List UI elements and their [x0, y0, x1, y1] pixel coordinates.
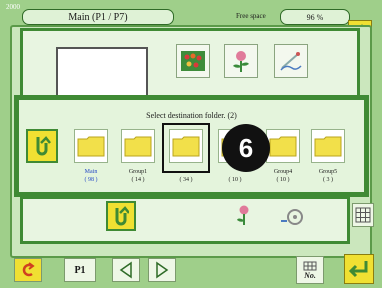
folder-label-group4: Group4	[273, 169, 293, 175]
rose-icon	[237, 205, 249, 225]
undo-button[interactable]	[14, 258, 42, 282]
grid-button[interactable]	[352, 203, 374, 227]
ok-button[interactable]	[344, 254, 374, 284]
pattern-button[interactable]	[176, 44, 210, 78]
number-button[interactable]: No.	[296, 256, 324, 284]
folder-icon	[269, 136, 297, 157]
p1-button[interactable]: P1	[64, 258, 96, 282]
sewing-button-lower[interactable]	[277, 201, 307, 229]
folder-label-main: Main	[84, 169, 98, 175]
folder-label-group1: Group1	[128, 169, 148, 175]
dialog-return-button[interactable]	[26, 129, 58, 163]
rose-button[interactable]	[224, 44, 258, 78]
prev-page-button[interactable]	[112, 258, 140, 282]
folder-icon	[77, 136, 105, 157]
folder-icon	[124, 136, 152, 157]
folder-button-group4[interactable]	[266, 129, 300, 163]
sewing-button[interactable]	[274, 44, 308, 78]
ok-arrow-icon	[348, 261, 368, 278]
next-arrow-icon	[156, 261, 169, 279]
free-space-value: 96 %	[280, 9, 350, 25]
prev-arrow-icon	[119, 261, 132, 279]
next-page-button[interactable]	[148, 258, 176, 282]
sewing-icon	[281, 209, 303, 225]
number-label: No.	[304, 270, 316, 280]
corner-label: 2000	[6, 3, 20, 11]
pattern-preview	[56, 47, 148, 97]
return-arrow-icon	[115, 206, 129, 226]
dialog-title: Select destination folder. (2)	[146, 111, 237, 120]
lower-return-button[interactable]	[106, 201, 136, 231]
folder-count-group3: ( 10 )	[228, 177, 242, 183]
return-arrow-icon	[36, 136, 51, 156]
folder-label-group5: Group5	[318, 169, 338, 175]
folder-button-group1[interactable]	[121, 129, 155, 163]
free-space-label: Free space	[236, 12, 266, 20]
folder-count-group5: ( 3 )	[323, 177, 333, 183]
undo-icon	[22, 262, 35, 277]
rose-icon	[233, 51, 249, 72]
folder-icon	[314, 136, 342, 157]
grid-icon	[355, 207, 371, 223]
embroidery-pattern-icon	[181, 51, 205, 71]
step-callout: 6	[222, 124, 270, 172]
folder-button-main[interactable]	[74, 129, 108, 163]
folder-count-main: ( 98 )	[84, 177, 98, 183]
sewing-icon	[280, 52, 302, 71]
folder-count-group1: ( 14 )	[131, 177, 145, 183]
page-title: Main (P1 / P7)	[22, 9, 174, 25]
folder-count-group2: ( 34 )	[179, 177, 193, 183]
rose-button-lower[interactable]	[230, 201, 258, 229]
grid-icon	[303, 261, 317, 270]
folder-count-group4: ( 10 )	[276, 177, 290, 183]
folder-button-group5[interactable]	[311, 129, 345, 163]
p1-label: P1	[74, 264, 86, 276]
selection-highlight	[162, 123, 210, 173]
